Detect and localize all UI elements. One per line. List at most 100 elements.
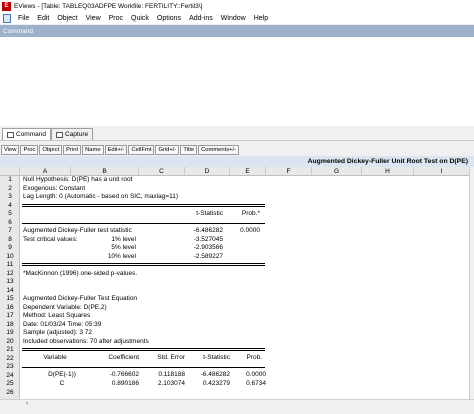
row-header[interactable]: 13: [0, 278, 20, 286]
cell-prob-header-2[interactable]: Prob.: [232, 354, 262, 362]
cell-crit-5[interactable]: -2.903566: [185, 244, 223, 252]
cell-mackinnon-note[interactable]: *MacKinnon (1996) one-sided p-values.: [23, 270, 137, 278]
cell-sample[interactable]: Sample (adjusted): 3 72: [23, 329, 92, 337]
view-button[interactable]: View: [1, 145, 20, 155]
menu-window[interactable]: Window: [217, 15, 250, 22]
cell-crit-1[interactable]: -3.527045: [185, 236, 223, 244]
row-header[interactable]: 2: [0, 185, 20, 193]
scroll-left-icon[interactable]: ‹: [26, 400, 28, 408]
cell-null-hypothesis[interactable]: Null Hypothesis: D(PE) has a unit root: [23, 176, 132, 184]
tab-command[interactable]: Command: [2, 128, 51, 140]
menu-options[interactable]: Options: [153, 15, 185, 22]
cell-adf-prob[interactable]: 0.0000: [230, 227, 260, 235]
cell-date-time[interactable]: Date: 01/03/24 Time: 05:39: [23, 321, 101, 329]
cell-t-dpe-lag[interactable]: -6.486282: [190, 371, 230, 379]
command-input-area[interactable]: [0, 37, 474, 126]
spreadsheet-grid[interactable]: A B C D E F G H I 1 2 3 4 5 6 7 8 9 10 1…: [0, 167, 469, 399]
col-header-b[interactable]: B: [71, 167, 139, 176]
row-header[interactable]: 15: [0, 295, 20, 303]
menu-object[interactable]: Object: [53, 15, 81, 22]
cell-se-header[interactable]: Std. Error: [145, 354, 185, 362]
row-header[interactable]: 17: [0, 312, 20, 320]
name-button[interactable]: Name: [82, 145, 104, 155]
cell-method[interactable]: Method: Least Squares: [23, 312, 90, 320]
cell-var-dpe-lag[interactable]: D(PE(-1)): [20, 371, 104, 379]
row-header[interactable]: 12: [0, 270, 20, 278]
corner-cell[interactable]: [0, 167, 20, 176]
cell-exogenous[interactable]: Exogenous: Constant: [23, 185, 85, 193]
row-header[interactable]: 9: [0, 244, 20, 252]
cell-se-dpe-lag[interactable]: 0.118188: [145, 371, 185, 379]
row-header[interactable]: 3: [0, 193, 20, 201]
proc-button[interactable]: Proc: [20, 145, 39, 155]
col-header-h[interactable]: H: [362, 167, 414, 176]
row-header[interactable]: 26: [0, 389, 20, 397]
row-header[interactable]: 20: [0, 338, 20, 346]
col-header-f[interactable]: F: [266, 167, 312, 176]
menu-help[interactable]: Help: [250, 15, 272, 22]
menu-proc[interactable]: Proc: [105, 15, 127, 22]
cell-coef-c[interactable]: 0.890186: [95, 380, 139, 388]
table-document-icon[interactable]: [3, 13, 11, 23]
row-header[interactable]: 4: [0, 202, 20, 210]
cell-prob-c[interactable]: 0.6734: [232, 380, 266, 388]
row-header[interactable]: 18: [0, 321, 20, 329]
col-header-c[interactable]: C: [139, 167, 185, 176]
print-button[interactable]: Print: [63, 145, 82, 155]
cell-level-5[interactable]: 5% level: [100, 244, 136, 252]
col-header-i[interactable]: I: [414, 167, 469, 176]
cell-lag-length[interactable]: Lag Length: 0 (Automatic - based on SIC,…: [23, 193, 178, 201]
menu-add-ins[interactable]: Add-ins: [185, 15, 217, 22]
row-header[interactable]: 14: [0, 287, 20, 295]
cell-included-obs[interactable]: Included observations: 70 after adjustme…: [23, 338, 149, 346]
row-header[interactable]: 24: [0, 372, 20, 380]
vertical-scrollbar[interactable]: [469, 167, 474, 399]
row-header[interactable]: 25: [0, 380, 20, 388]
row-header[interactable]: 1: [0, 176, 20, 184]
cell-variable-header[interactable]: Variable: [20, 354, 90, 362]
row-header[interactable]: 7: [0, 227, 20, 235]
cell-equation-title[interactable]: Augmented Dickey-Fuller Test Equation: [23, 295, 137, 303]
row-header[interactable]: 6: [0, 219, 20, 227]
cell-t-header[interactable]: t-Statistic: [190, 354, 230, 362]
object-button[interactable]: Object: [39, 145, 63, 155]
cell-t-c[interactable]: 0.423279: [190, 380, 230, 388]
row-header[interactable]: 10: [0, 253, 20, 261]
cell-level-10[interactable]: 10% level: [100, 253, 136, 261]
cell-coef-dpe-lag[interactable]: -0.766602: [95, 371, 139, 379]
row-header[interactable]: 21: [0, 346, 20, 354]
cell-tstat-header[interactable]: t-Statistic: [185, 210, 223, 218]
row-header[interactable]: 23: [0, 363, 20, 371]
cellfmt-button[interactable]: CellFmt: [128, 145, 155, 155]
grid-toggle-button[interactable]: Grid+/-: [155, 145, 180, 155]
menu-file[interactable]: File: [14, 15, 33, 22]
title-button[interactable]: Title: [180, 145, 198, 155]
menu-quick[interactable]: Quick: [127, 15, 153, 22]
cell-critical-label[interactable]: Test critical values:: [23, 236, 78, 244]
col-header-e[interactable]: E: [230, 167, 266, 176]
menu-view[interactable]: View: [82, 15, 105, 22]
menu-edit[interactable]: Edit: [33, 15, 53, 22]
col-header-g[interactable]: G: [312, 167, 362, 176]
cell-var-c[interactable]: C: [20, 380, 104, 388]
cell-coef-header[interactable]: Coefficient: [95, 354, 139, 362]
cell-crit-10[interactable]: -2.589227: [185, 253, 223, 261]
row-header[interactable]: 5: [0, 210, 20, 218]
col-header-d[interactable]: D: [185, 167, 230, 176]
row-header[interactable]: 19: [0, 329, 20, 337]
row-header[interactable]: 11: [0, 261, 20, 269]
cell-adf-tstat[interactable]: -6.486282: [185, 227, 223, 235]
cell-prob-header[interactable]: Prob.*: [230, 210, 260, 218]
row-header[interactable]: 22: [0, 355, 20, 363]
horizontal-scrollbar[interactable]: ‹: [0, 399, 474, 408]
row-header[interactable]: 8: [0, 236, 20, 244]
tab-capture[interactable]: Capture: [50, 128, 94, 140]
cell-se-c[interactable]: 2.103074: [145, 380, 185, 388]
cell-dependent-variable[interactable]: Dependent Variable: D(PE,2): [23, 304, 107, 312]
comments-toggle-button[interactable]: Comments+/-: [198, 145, 240, 155]
row-header[interactable]: 16: [0, 304, 20, 312]
cell-adf-label[interactable]: Augmented Dickey-Fuller test statistic: [23, 227, 132, 235]
edit-toggle-button[interactable]: Edit+/-: [104, 145, 128, 155]
col-header-a[interactable]: A: [20, 167, 71, 176]
cell-level-1[interactable]: 1% level: [100, 236, 136, 244]
